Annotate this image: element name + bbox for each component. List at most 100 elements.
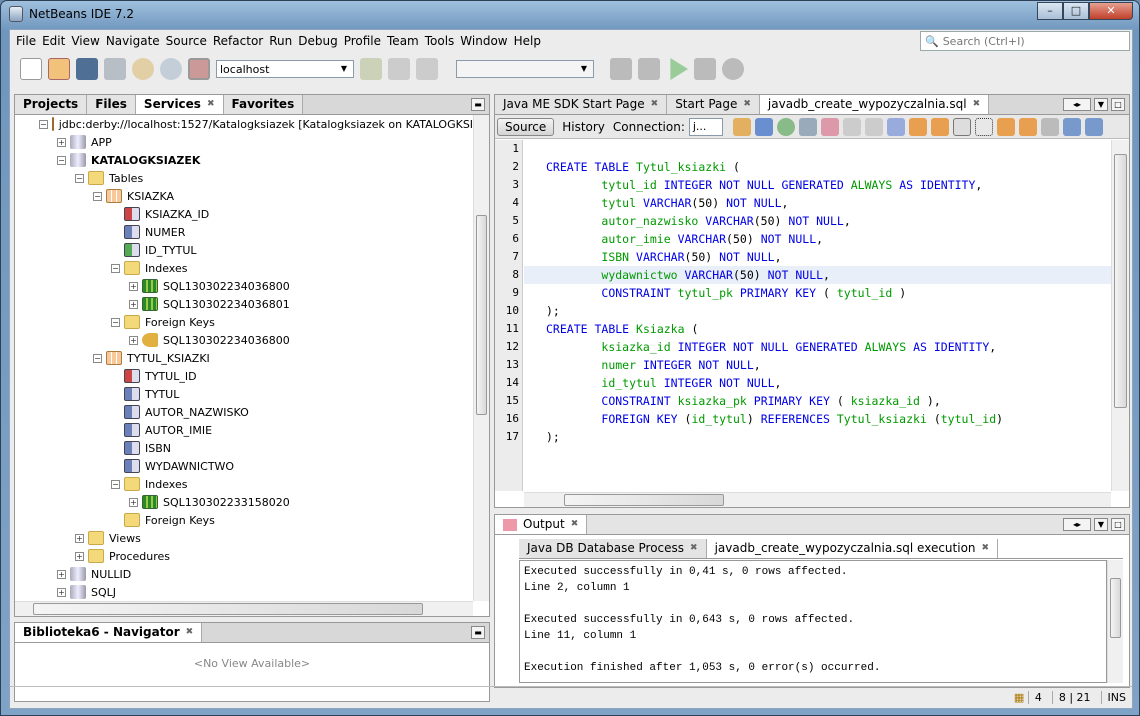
build-hammer-icon[interactable]	[610, 58, 632, 80]
code-line[interactable]: );	[524, 302, 1111, 320]
add-server-icon[interactable]	[360, 58, 382, 80]
last-edit-icon[interactable]	[820, 117, 839, 136]
tree-node[interactable]: ID_TYTUL	[15, 241, 473, 259]
open-project-icon[interactable]	[76, 58, 98, 80]
minimize-panel-button[interactable]: ▬	[471, 98, 485, 111]
tree-node[interactable]: + SQL130302234036800	[15, 331, 473, 349]
new-file-icon[interactable]	[20, 58, 42, 80]
run-sql-icon[interactable]	[732, 117, 751, 136]
minimize-button[interactable]: –	[1037, 2, 1063, 20]
sql-history-icon[interactable]	[776, 117, 795, 136]
sql-code-editor[interactable]: CREATE TABLE Tytul_ksiazki ( tytul_id IN…	[524, 140, 1111, 491]
close-icon[interactable]: ✖	[690, 539, 698, 558]
run-icon[interactable]	[670, 58, 688, 80]
expand-icon[interactable]: +	[129, 299, 138, 309]
tree-node[interactable]: − Indexes	[15, 475, 473, 493]
code-line[interactable]: numer INTEGER NOT NULL,	[524, 356, 1111, 374]
forward-icon[interactable]	[864, 117, 883, 136]
toggle-bookmark-icon[interactable]	[1040, 117, 1059, 136]
code-line[interactable]: ksiazka_id INTEGER NOT NULL GENERATED AL…	[524, 338, 1111, 356]
menu-edit[interactable]: Edit	[39, 34, 68, 48]
next-bookmark-icon[interactable]	[1018, 117, 1037, 136]
tree-node[interactable]: − KATALOGKSIAZEK	[15, 151, 473, 169]
tree-node[interactable]: + SQL130302234036800	[15, 277, 473, 295]
source-button[interactable]: Source	[497, 117, 555, 136]
redo-icon[interactable]	[160, 58, 182, 80]
previous-bookmark-icon[interactable]	[996, 117, 1015, 136]
find-icon[interactable]	[886, 117, 905, 136]
tree-node[interactable]: + SQLJ	[15, 583, 473, 601]
tab-javadb-create-wypozyczalnia-sql-execution[interactable]: javadb_create_wypozyczalnia.sql executio…	[706, 539, 999, 558]
collapse-icon[interactable]: −	[111, 317, 120, 327]
tab-services[interactable]: Services ✖	[135, 95, 224, 114]
collapse-icon[interactable]: −	[75, 173, 84, 183]
tree-node[interactable]: − Indexes	[15, 259, 473, 277]
close-icon[interactable]: ✖	[186, 623, 194, 642]
tree-node[interactable]: TYTUL	[15, 385, 473, 403]
menu-window[interactable]: Window	[457, 34, 510, 48]
tab-list-button[interactable]: ▼	[1094, 518, 1108, 531]
tree-node[interactable]: + SQL130302233158020	[15, 493, 473, 511]
collapse-icon[interactable]: −	[39, 119, 48, 129]
maximize-button[interactable]: □	[1063, 2, 1089, 20]
close-icon[interactable]: ✖	[743, 95, 751, 114]
menu-navigate[interactable]: Navigate	[103, 34, 163, 48]
tree-node[interactable]: WYDAWNICTWO	[15, 457, 473, 475]
close-icon[interactable]: ✖	[973, 95, 981, 114]
code-line[interactable]: tytul VARCHAR(50) NOT NULL,	[524, 194, 1111, 212]
tree-node[interactable]: + Views	[15, 529, 473, 547]
tab-projects[interactable]: Projects	[15, 95, 88, 114]
tree-node[interactable]: − Tables	[15, 169, 473, 187]
collapse-icon[interactable]: −	[93, 191, 102, 201]
tab-java-me-sdk-start-page[interactable]: Java ME SDK Start Page ✖	[495, 95, 668, 114]
code-line[interactable]: FOREIGN KEY (id_tytul) REFERENCES Tytul_…	[524, 410, 1111, 428]
code-line[interactable]: id_tytul INTEGER NOT NULL,	[524, 374, 1111, 392]
close-icon[interactable]: ✖	[207, 95, 215, 114]
connection-combo[interactable]: j...	[688, 117, 723, 136]
expand-icon[interactable]: +	[57, 137, 66, 147]
select-connection-icon[interactable]	[754, 117, 773, 136]
undo-icon[interactable]	[132, 58, 154, 80]
new-project-icon[interactable]	[48, 58, 70, 80]
tree-node[interactable]: − TYTUL_KSIAZKI	[15, 349, 473, 367]
menu-run[interactable]: Run	[266, 34, 295, 48]
expand-icon[interactable]: +	[57, 569, 66, 579]
collapse-icon[interactable]: −	[93, 353, 102, 363]
scroll-tabs-button[interactable]: ◂▸	[1063, 518, 1091, 531]
menu-profile[interactable]: Profile	[341, 34, 384, 48]
tree-node[interactable]: + SQL130302234036801	[15, 295, 473, 313]
tree-node[interactable]: − jdbc:derby://localhost:1527/Katalogksia…	[15, 115, 473, 133]
tree-node[interactable]: − KSIAZKA	[15, 187, 473, 205]
maximize-panel-button[interactable]: □	[1111, 518, 1125, 531]
tasks-indicator[interactable]: ▦ 4	[1008, 691, 1042, 704]
tree-node[interactable]: Foreign Keys	[15, 511, 473, 529]
tree-node[interactable]: + NULLID	[15, 565, 473, 583]
shift-right-icon[interactable]	[1084, 117, 1103, 136]
close-icon[interactable]: ✖	[571, 515, 579, 534]
expand-icon[interactable]: +	[75, 551, 84, 561]
toggle-highlight-icon[interactable]	[952, 117, 971, 136]
find-previous-icon[interactable]	[908, 117, 927, 136]
search-input[interactable]: 🔍 Search (Ctrl+I)	[920, 31, 1130, 51]
menu-help[interactable]: Help	[511, 34, 544, 48]
tab-output[interactable]: Output ✖	[495, 515, 588, 534]
expand-icon[interactable]: +	[129, 497, 138, 507]
expand-icon[interactable]: +	[129, 281, 138, 291]
server-icon[interactable]	[388, 58, 410, 80]
code-line[interactable]: tytul_id INTEGER NOT NULL GENERATED ALWA…	[524, 176, 1111, 194]
collapse-icon[interactable]: −	[111, 479, 120, 489]
collapse-icon[interactable]: −	[111, 263, 120, 273]
collapse-icon[interactable]: −	[57, 155, 66, 165]
find-next-icon[interactable]	[930, 117, 949, 136]
rectangular-selection-icon[interactable]	[974, 117, 993, 136]
tree-node[interactable]: + APP	[15, 133, 473, 151]
code-line[interactable]	[524, 140, 1111, 158]
menu-tools[interactable]: Tools	[422, 34, 458, 48]
config-combo[interactable]: ▼	[456, 60, 594, 78]
menu-team[interactable]: Team	[384, 34, 422, 48]
server-remove-icon[interactable]	[416, 58, 438, 80]
code-line[interactable]: CONSTRAINT tytul_pk PRIMARY KEY ( tytul_…	[524, 284, 1111, 302]
tree-node[interactable]: TYTUL_ID	[15, 367, 473, 385]
output-vertical-scrollbar[interactable]	[1107, 560, 1123, 683]
code-line[interactable]: wydawnictwo VARCHAR(50) NOT NULL,	[524, 266, 1111, 284]
